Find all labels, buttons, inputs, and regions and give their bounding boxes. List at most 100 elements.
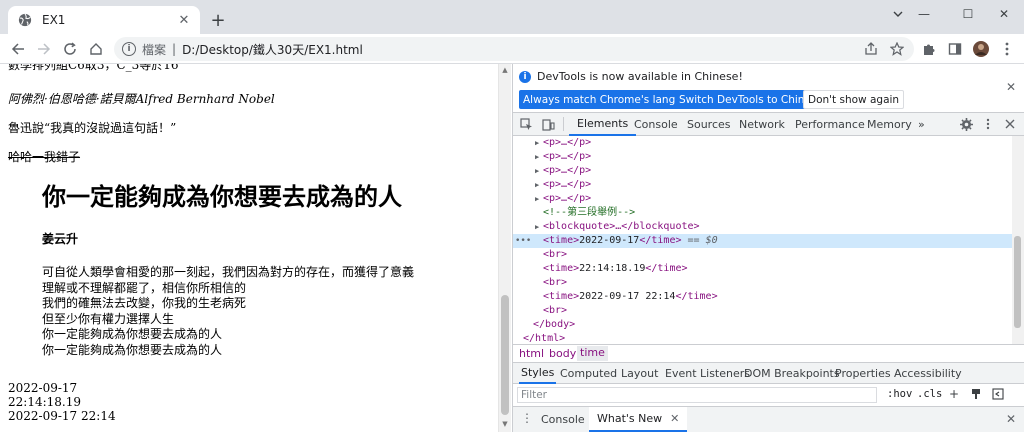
expand-triangle-icon[interactable]: ▶ — [535, 164, 543, 178]
window-close-button[interactable]: ✕ — [984, 4, 1024, 24]
share-icon[interactable] — [862, 40, 880, 58]
new-tab-button[interactable]: + — [208, 10, 228, 31]
dom-node[interactable]: <time>2022-09-17 22:14</time> — [513, 290, 1013, 304]
dom-tree[interactable]: ▶ <p>…</p> ▶ <p>…</p> ▶ <p>…</p> ▶ <p>…</p> … — [513, 136, 1013, 344]
device-toolbar-icon[interactable] — [541, 117, 555, 131]
home-icon[interactable] — [86, 39, 106, 59]
time-value: 22:14:18.19 — [8, 395, 81, 409]
gear-icon[interactable] — [959, 117, 973, 131]
dom-time-close: </time> — [675, 291, 718, 302]
dom-node[interactable]: ▶ <p>…</p> — [513, 178, 1013, 192]
breadcrumb-html[interactable]: html — [519, 347, 544, 360]
browser-tab[interactable]: EX1 ✕ — [8, 6, 200, 34]
dom-scrollbar[interactable] — [1012, 136, 1024, 344]
breadcrumb-body[interactable]: body — [549, 347, 576, 360]
maximize-button[interactable]: ☐ — [948, 4, 988, 24]
extensions-puzzle-icon[interactable] — [920, 40, 938, 58]
expand-triangle-icon[interactable]: ▶ — [535, 150, 543, 164]
back-arrow-icon[interactable] — [8, 39, 28, 59]
expand-triangle-icon[interactable]: ▶ — [535, 136, 543, 150]
styles-filter-bar: Filter :hov .cls + — [513, 384, 1024, 406]
toolbar-divider — [563, 117, 564, 131]
dom-node[interactable]: ▶ <p>…</p> — [513, 150, 1013, 164]
forward-arrow-icon[interactable] — [34, 39, 54, 59]
poem-line: 但至少你有權力選擇人生 — [42, 311, 175, 326]
kebab-menu-icon[interactable] — [998, 40, 1016, 58]
drawer-tab-console[interactable]: Console — [541, 407, 585, 432]
dom-selected-marker: == $0 — [687, 235, 718, 246]
scroll-down-icon[interactable]: ▼ — [501, 420, 509, 430]
security-label: 檔案 — [142, 42, 167, 57]
tab-layout[interactable]: Layout — [621, 363, 658, 384]
tab-elements[interactable]: Elements — [569, 113, 637, 136]
plus-icon[interactable]: + — [947, 387, 961, 401]
expand-triangle-icon[interactable]: ▶ — [535, 220, 543, 234]
tab-styles[interactable]: Styles — [519, 363, 557, 384]
side-panel-icon[interactable] — [946, 40, 964, 58]
expand-triangle-icon[interactable]: ▶ — [535, 192, 543, 206]
dom-node-selected[interactable]: ••• <time>2022-09-17</time> == $0 — [513, 234, 1013, 248]
reload-icon[interactable] — [60, 39, 80, 59]
devtools-close-icon[interactable] — [1003, 117, 1017, 131]
info-icon[interactable]: i — [122, 42, 136, 56]
tab-network[interactable]: Network — [739, 113, 785, 136]
breadcrumb-time[interactable]: time — [577, 346, 608, 361]
scroll-up-icon[interactable]: ▲ — [501, 66, 509, 76]
tab-performance[interactable]: Performance — [795, 113, 865, 136]
scrollbar-thumb[interactable] — [1014, 236, 1021, 328]
tab-sources[interactable]: Sources — [687, 113, 731, 136]
devtools-menu-icon[interactable] — [981, 117, 995, 131]
dom-node[interactable]: <br> — [513, 248, 1013, 262]
hover-state-toggle[interactable]: :hov — [887, 388, 912, 400]
dom-node[interactable]: </body> — [513, 318, 1013, 332]
expand-triangle-icon[interactable]: ▶ — [535, 178, 543, 192]
filter-input[interactable]: Filter — [517, 387, 877, 403]
dom-br-tag: <br> — [543, 305, 568, 316]
dom-time-open: <time> — [543, 235, 580, 246]
ellipsis-icon[interactable]: ••• — [515, 234, 531, 248]
tab-event-listeners[interactable]: Event Listeners — [665, 363, 750, 384]
dom-node[interactable]: ▶ <blockquote>…</blockquote> — [513, 220, 1013, 234]
dom-node[interactable]: <br> — [513, 304, 1013, 318]
page-scrollbar[interactable]: ▲ ▼ — [498, 64, 511, 432]
bookmark-star-icon[interactable] — [888, 40, 906, 58]
dom-node[interactable]: <time>22:14:18.19</time> — [513, 262, 1013, 276]
dom-node[interactable]: <br> — [513, 276, 1013, 290]
dom-node[interactable]: ▶ <p>…</p> — [513, 164, 1013, 178]
dom-node[interactable]: ▶ <p>…</p> — [513, 192, 1013, 206]
computed-sidebar-icon[interactable] — [991, 387, 1005, 401]
tab-dom-breakpoints[interactable]: DOM Breakpoints — [744, 363, 840, 384]
more-tabs-icon[interactable]: » — [918, 113, 925, 136]
tab-close-icon[interactable]: ✕ — [176, 12, 192, 28]
dont-show-again-button[interactable]: Don't show again — [803, 90, 905, 109]
dom-node[interactable]: ▶ <p>…</p> — [513, 136, 1013, 150]
tab-computed[interactable]: Computed — [560, 363, 617, 384]
inspect-element-icon[interactable] — [519, 117, 533, 131]
tab-memory[interactable]: Memory — [867, 113, 912, 136]
time-value: 2022-09-17 — [8, 381, 78, 395]
avatar[interactable] — [972, 40, 990, 58]
drawer-close-icon[interactable]: ✕ — [1006, 412, 1016, 426]
class-toggle[interactable]: .cls — [917, 388, 942, 400]
scrollbar-thumb[interactable] — [501, 295, 509, 415]
poem-lines: 可自從人類學會相愛的那一刻起，我們因為對方的存在，而獲得了意義 理解或不理解都罷… — [42, 265, 482, 358]
banner-text: DevTools is now available in Chinese! — [537, 70, 743, 83]
drawer-tab-whats-new[interactable]: What's New ✕ — [589, 407, 688, 432]
language-banner: i DevTools is now available in Chinese! … — [513, 64, 1024, 112]
dom-node[interactable]: </html> — [513, 332, 1013, 344]
dom-time-close: </time> — [639, 235, 682, 246]
paint-icon[interactable] — [969, 387, 983, 401]
tab-console[interactable]: Console — [634, 113, 678, 136]
tab-title: EX1 — [42, 13, 66, 27]
browser-toolbar: i 檔案 | D:/Desktop/鐵人30天/EX1.html — [0, 34, 1024, 64]
dom-node[interactable]: <!--第三段舉例--> — [513, 206, 1013, 220]
minimize-button[interactable]: — — [904, 4, 944, 24]
drawer-menu-icon[interactable]: ⋮ — [521, 411, 533, 425]
dom-body-close: </body> — [533, 319, 576, 330]
url-text[interactable]: D:/Desktop/鐵人30天/EX1.html — [182, 41, 363, 58]
drawer-tab-close-icon[interactable]: ✕ — [670, 412, 679, 425]
address-bar[interactable]: i 檔案 | D:/Desktop/鐵人30天/EX1.html — [114, 37, 914, 61]
tab-accessibility[interactable]: Accessibility — [894, 363, 962, 384]
banner-close-icon[interactable]: ✕ — [1006, 80, 1016, 94]
tab-properties[interactable]: Properties — [835, 363, 891, 384]
